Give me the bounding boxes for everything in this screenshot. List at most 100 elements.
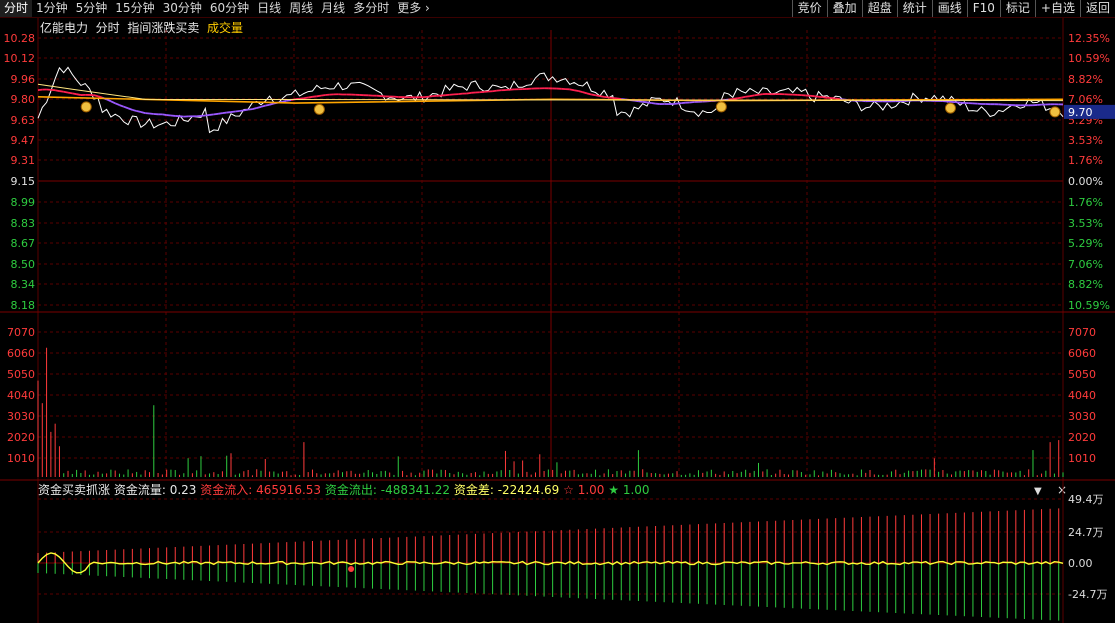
volume-tick-right: 2020 [1068,431,1096,444]
tab-6[interactable]: 日线 [253,0,285,17]
avg-line-segment [569,88,575,92]
avg-line-segment [239,109,244,112]
fund-tick: 24.7万 [1068,526,1104,539]
avg-line-segment [754,93,759,97]
avg-line-segment [132,109,137,112]
intraday-chart[interactable]: 10.28 12.35% 10.12 10.59% 9.96 8.82% 9.80 7.06%… [0,18,1115,623]
avg-line-segment [114,102,120,106]
tab-7[interactable]: 周线 [285,0,317,17]
price-tick: 9.31 [11,154,36,167]
toolbar-button-8[interactable]: 返回 [1079,0,1115,17]
avg-line-segment [265,103,270,107]
avg-line-segment [586,92,592,96]
toolbar-button-5[interactable]: F10 [966,0,1000,17]
avg-line-segment [312,95,317,98]
avg-line-segment [248,108,253,111]
avg-line-segment [59,90,64,93]
signal-marker [80,101,92,113]
volume-tick-right: 6060 [1068,347,1096,360]
pct-tick: 7.06% [1068,258,1103,271]
red-signal-dot [348,566,355,572]
pct-tick: 10.59% [1068,299,1110,312]
toolbar-button-7[interactable]: +自选 [1034,0,1080,17]
avg-line-segment [72,92,77,96]
volume-tick-right: 4040 [1068,389,1096,402]
avg-line-segment [119,104,125,108]
toolbar-button-2[interactable]: 超盘 [861,0,897,17]
price-tick: 9.15 [11,175,36,188]
price-tick: 8.99 [11,196,36,209]
volume-tick: 6060 [7,347,35,360]
price-tick: 9.80 [11,93,36,106]
avg-line-segment [466,91,472,95]
avg-line-segment [603,95,609,99]
avg-line-segment [651,102,656,105]
price-tick: 8.83 [11,217,36,230]
tab-4[interactable]: 30分钟 [159,0,206,17]
avg-line-segment [256,105,262,109]
avg-line-segment [638,100,643,103]
avg-line-segment [123,105,129,110]
toolbar-button-3[interactable]: 统计 [896,0,932,17]
avg-line-segment [269,102,275,106]
pct-tick: 3.53% [1068,134,1103,147]
avg-line-segment [222,111,227,115]
avg-line-segment [127,107,133,111]
avg-line-segment [54,89,60,92]
avg-line-segment [736,96,742,100]
current-price: 9.70 [1068,106,1093,119]
pct-tick: 12.35% [1068,32,1110,45]
avg-line-segment [582,91,588,95]
pct-tick: 8.82% [1068,278,1103,291]
avg-line-segment [578,90,583,93]
price-tick: 9.63 [11,114,36,127]
toolbar-button-6[interactable]: 标记 [999,0,1035,17]
tab-0[interactable]: 分时 [0,0,33,17]
avg-line-segment [749,94,755,98]
avg-line-segment [213,112,219,116]
tab-2[interactable]: 5分钟 [72,0,112,17]
avg-line-segment [110,100,116,105]
price-tick: 10.12 [4,52,36,65]
avg-line-segment [235,110,240,113]
tab-5[interactable]: 60分钟 [206,0,253,17]
avg-line-segment [230,110,236,113]
avg-line-segment [599,95,605,98]
right-buttons: 竞价 叠加 超盘 统计 画线 F10 标记 +自选 返回 [791,0,1115,17]
price-tick: 8.50 [11,258,36,271]
fund-tick: -24.7万 [1068,588,1107,601]
toolbar-button-0[interactable]: 竞价 [791,0,827,17]
tab-9[interactable]: 多分时 [349,0,393,17]
avg-line-segment [492,89,498,93]
avg-line-segment [162,113,167,116]
price-tick: 8.67 [11,237,36,250]
avg-line-segment [732,97,738,100]
avg-line-segment [689,101,695,104]
toolbar-button-4[interactable]: 画线 [931,0,967,17]
tab-1[interactable]: 1分钟 [32,0,72,17]
tab-3[interactable]: 15分钟 [111,0,158,17]
volume-tick: 3030 [7,410,35,423]
avg-line-segment [63,90,69,94]
avg-line-segment [226,111,232,114]
toolbar-button-1[interactable]: 叠加 [826,0,862,17]
avg-line-segment [814,95,819,98]
volume-tick-right: 3030 [1068,410,1096,423]
avg-line-segment [728,98,733,101]
signal-marker [313,103,325,115]
avg-line-segment [822,96,828,99]
avg-line-segment [308,95,313,99]
tab-8[interactable]: 月线 [317,0,349,17]
fund-tick: 49.4万 [1068,493,1104,506]
pct-tick: 3.53% [1068,217,1103,230]
avg-line-segment [205,114,210,117]
signal-marker [944,102,956,114]
avg-line-segment [243,108,249,112]
avg-line-segment [97,95,103,99]
tab-10[interactable]: 更多 › [393,0,434,17]
avg-line-segment [642,100,648,104]
avg-line-segment [93,94,99,98]
price-tick: 8.18 [11,299,36,312]
avg-line-segment [646,101,652,104]
avg-line-segment [136,110,142,113]
